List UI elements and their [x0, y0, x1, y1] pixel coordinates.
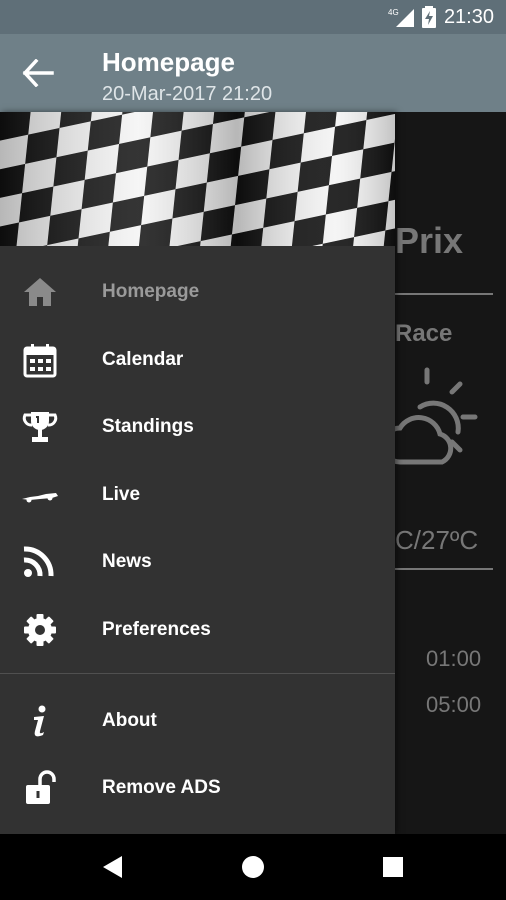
battery-icon: [421, 6, 436, 28]
drawer-item-standings[interactable]: Standings: [0, 397, 395, 457]
drawer-item-homepage[interactable]: Homepage: [0, 262, 395, 322]
svg-text:4G: 4G: [388, 8, 399, 17]
drawer-item-live[interactable]: Live: [0, 465, 395, 525]
drawer-item-remove-ads[interactable]: Remove ADS: [0, 758, 395, 818]
session-label: Race: [395, 320, 453, 347]
status-bar: 4G 21:30: [0, 0, 506, 34]
drawer-item-preferences[interactable]: Preferences: [0, 600, 395, 660]
race-car-icon: [22, 493, 58, 503]
trophy-icon: [22, 412, 58, 442]
session-time: 01:00: [426, 646, 482, 671]
checkered-flag-image: [0, 112, 395, 246]
home-button-icon[interactable]: [238, 852, 268, 882]
calendar-icon: [23, 344, 57, 378]
drawer-item-label: Homepage: [102, 281, 200, 302]
info-icon: [34, 705, 46, 737]
drawer-item-news[interactable]: News: [0, 532, 395, 592]
partly-cloudy-icon: [380, 367, 478, 465]
page-subtitle: 20-Mar-2017 21:20: [102, 83, 273, 105]
drawer-item-label: News: [102, 551, 152, 572]
signal-icon: 4G: [388, 8, 414, 27]
system-nav-bar: [0, 834, 506, 900]
session-time: 05:00: [426, 692, 482, 717]
drawer-item-label: About: [102, 710, 157, 731]
drawer-item-label: Remove ADS: [102, 777, 221, 798]
drawer-item-label: Standings: [102, 416, 194, 437]
drawer-item-label: Preferences: [102, 619, 211, 640]
gear-icon: [24, 614, 56, 646]
drawer-item-label: Live: [102, 484, 141, 505]
back-arrow-icon[interactable]: [22, 59, 54, 87]
home-icon: [24, 278, 56, 306]
status-time: 21:30: [443, 5, 494, 28]
temperature: C/27ºC: [395, 525, 479, 555]
divider: [395, 293, 493, 295]
rss-icon: [23, 546, 54, 577]
back-icon[interactable]: [98, 852, 128, 882]
navigation-drawer: Homepage Calendar Standings Live News Pr…: [0, 112, 395, 834]
drawer-divider: [0, 673, 395, 674]
drawer-item-about[interactable]: About: [0, 691, 395, 751]
unlock-icon: [26, 770, 56, 804]
page-title: Homepage: [102, 47, 235, 77]
race-title: Prix: [395, 220, 464, 261]
drawer-item-calendar[interactable]: Calendar: [0, 330, 395, 390]
recents-icon[interactable]: [378, 852, 408, 882]
drawer-item-label: Calendar: [102, 349, 184, 370]
app-bar: Homepage 20-Mar-2017 21:20: [0, 34, 506, 112]
divider: [395, 568, 493, 570]
